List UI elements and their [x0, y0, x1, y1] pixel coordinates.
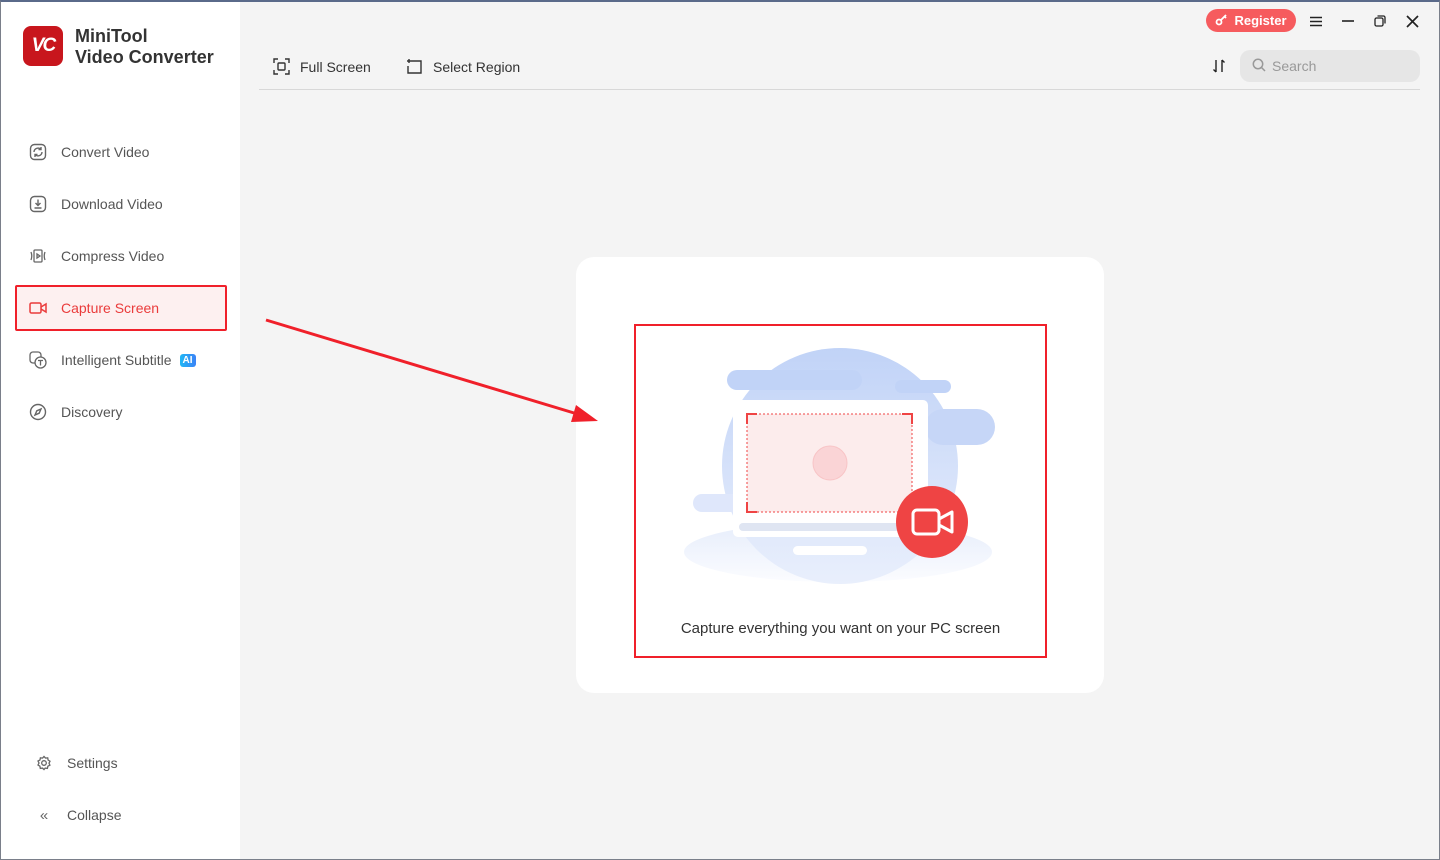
toolbar-divider	[259, 89, 1420, 90]
app-name: MiniTool Video Converter	[75, 26, 214, 67]
sort-button[interactable]	[1208, 55, 1230, 77]
settings-label: Settings	[67, 755, 118, 771]
ai-badge: AI	[179, 353, 196, 367]
app-logo: VC	[23, 26, 63, 66]
camera-icon	[29, 299, 47, 317]
collapse-label: Collapse	[67, 807, 122, 823]
sidebar-item-intelligent-subtitle[interactable]: Intelligent Subtitle AI	[15, 337, 227, 383]
search-icon	[1252, 58, 1266, 75]
sidebar-item-label: Compress Video	[61, 248, 165, 264]
search-placeholder: Search	[1272, 58, 1317, 74]
sidebar-item-convert-video[interactable]: Convert Video	[15, 129, 227, 175]
register-label: Register	[1234, 13, 1287, 28]
full-screen-icon	[273, 58, 290, 75]
chevron-double-left-icon: «	[39, 806, 49, 824]
compress-icon	[29, 247, 47, 265]
compass-icon	[29, 403, 47, 421]
search-input[interactable]: Search	[1240, 50, 1420, 82]
sidebar-item-label: Convert Video	[61, 144, 150, 160]
subtitle-icon	[29, 351, 47, 369]
sidebar-item-discovery[interactable]: Discovery	[15, 389, 227, 435]
sidebar-item-label: Discovery	[61, 404, 123, 420]
full-screen-label: Full Screen	[300, 58, 371, 75]
download-icon	[29, 195, 47, 213]
sidebar-item-label: Download Video	[61, 196, 163, 212]
restore-button[interactable]	[1369, 10, 1391, 32]
full-screen-button[interactable]: Full Screen	[273, 58, 371, 75]
sidebar-item-capture-screen[interactable]: Capture Screen	[15, 285, 227, 331]
menu-button[interactable]	[1305, 10, 1327, 32]
sidebar-item-download-video[interactable]: Download Video	[15, 181, 227, 227]
sidebar-item-compress-video[interactable]: Compress Video	[15, 233, 227, 279]
convert-icon	[29, 143, 47, 161]
highlight-box	[634, 324, 1047, 658]
register-button[interactable]: Register	[1206, 9, 1296, 32]
collapse-button[interactable]: « Collapse	[15, 792, 227, 838]
sidebar-item-label: Intelligent Subtitle	[61, 352, 172, 368]
select-region-icon	[406, 58, 423, 75]
gear-icon	[35, 754, 53, 772]
sidebar-item-label: Capture Screen	[61, 300, 160, 316]
close-button[interactable]	[1401, 10, 1423, 32]
key-icon	[1215, 13, 1228, 29]
settings-button[interactable]: Settings	[15, 740, 227, 786]
select-region-label: Select Region	[433, 58, 521, 75]
sidebar: VC MiniTool Video Converter Convert Video…	[1, 2, 240, 859]
select-region-button[interactable]: Select Region	[406, 58, 520, 75]
minimize-button[interactable]	[1337, 10, 1359, 32]
capture-caption: Capture everything you want on your PC s…	[680, 620, 1001, 637]
